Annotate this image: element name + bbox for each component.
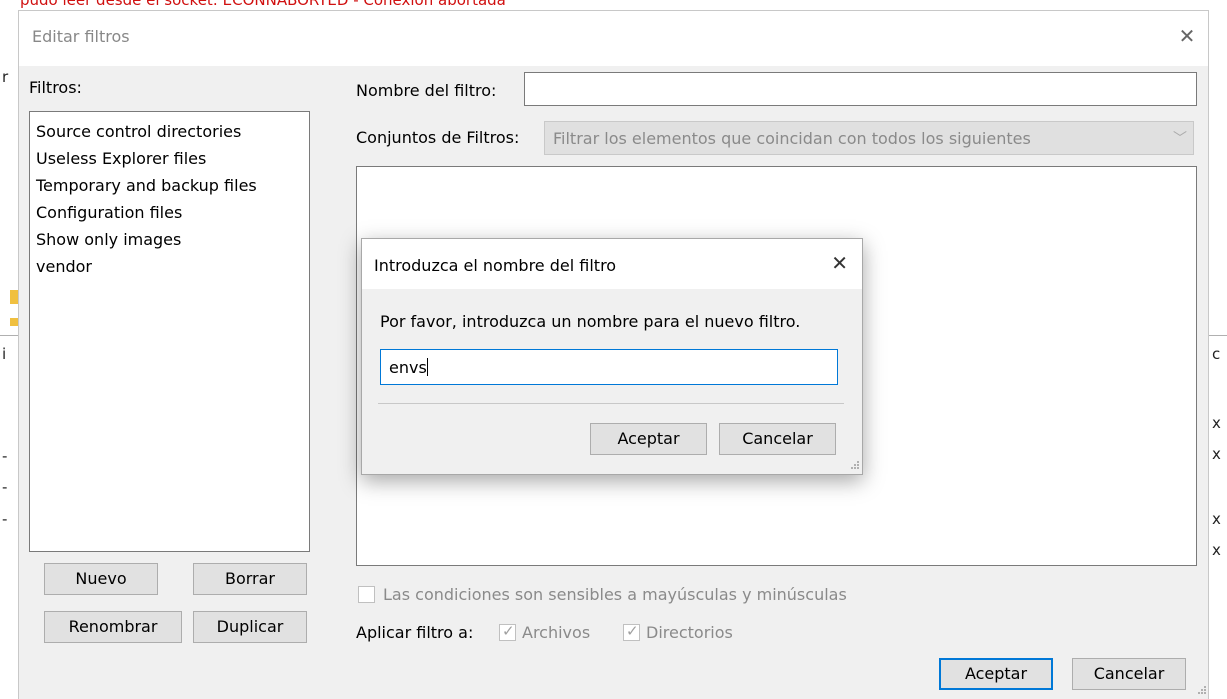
- background-status-text: pudo leer desde el socket: ECONNABORTED …: [20, 0, 506, 9]
- filter-sets-select[interactable]: Filtrar los elementos que coincidan con …: [544, 121, 1194, 155]
- cancel-button[interactable]: Cancelar: [1072, 658, 1186, 690]
- resize-grip-icon[interactable]: [1195, 685, 1207, 697]
- dialog-title: Editar filtros: [32, 27, 130, 46]
- background-fragment: -: [2, 510, 8, 528]
- new-filter-name-input[interactable]: envs: [380, 349, 838, 385]
- background-fragment: x: [1212, 541, 1221, 559]
- check-icon: ✓: [626, 622, 639, 640]
- new-button[interactable]: Nuevo: [44, 563, 158, 595]
- background-fragment: i: [2, 345, 7, 363]
- filter-list-item[interactable]: Source control directories: [30, 118, 309, 145]
- apply-dirs-label: Directorios: [646, 623, 733, 642]
- filter-list-item[interactable]: Configuration files: [30, 199, 309, 226]
- prompt-title: Introduzca el nombre del filtro: [374, 256, 617, 275]
- filters-label: Filtros:: [29, 78, 82, 97]
- prompt-accept-button[interactable]: Aceptar: [590, 423, 707, 455]
- close-icon[interactable]: ✕: [1172, 21, 1202, 51]
- resize-grip-icon[interactable]: [848, 460, 860, 472]
- background-fragment: r: [2, 68, 9, 86]
- apply-files-checkbox[interactable]: ✓: [499, 622, 516, 641]
- prompt-message: Por favor, introduzca un nombre para el …: [380, 312, 801, 331]
- background-divider: [0, 335, 18, 336]
- delete-button[interactable]: Borrar: [193, 563, 307, 595]
- filter-list-item[interactable]: Useless Explorer files: [30, 145, 309, 172]
- filter-sets-value: Filtrar los elementos que coincidan con …: [553, 129, 1031, 148]
- new-filter-name-value: envs: [389, 358, 427, 377]
- filter-name-input[interactable]: [524, 72, 1197, 106]
- background-highlight: [10, 290, 18, 304]
- case-sensitive-label: Las condiciones son sensibles a mayúscul…: [383, 585, 847, 604]
- text-caret: [426, 358, 428, 376]
- filter-list-item[interactable]: Show only images: [30, 226, 309, 253]
- apply-files-label: Archivos: [522, 623, 591, 642]
- filters-list[interactable]: Source control directories Useless Explor…: [29, 111, 310, 552]
- prompt-cancel-button[interactable]: Cancelar: [719, 423, 836, 455]
- filter-list-item[interactable]: Temporary and backup files: [30, 172, 309, 199]
- prompt-titlebar: Introduzca el nombre del filtro ✕: [362, 239, 862, 289]
- background-divider: [1209, 335, 1227, 336]
- filter-name-label: Nombre del filtro:: [356, 81, 497, 100]
- background-fragment: c: [1212, 345, 1221, 363]
- check-icon: ✓: [502, 622, 515, 640]
- filter-name-prompt-dialog: Introduzca el nombre del filtro ✕ Por fa…: [361, 238, 863, 475]
- background-highlight: [10, 318, 18, 326]
- apply-dirs-checkbox[interactable]: ✓: [623, 622, 640, 641]
- background-fragment: x: [1212, 414, 1221, 432]
- background-fragment: x: [1212, 445, 1221, 463]
- accept-button[interactable]: Aceptar: [939, 658, 1053, 690]
- background-fragment: -: [2, 478, 8, 496]
- background-fragment: x: [1212, 510, 1221, 528]
- chevron-down-icon: ﹀: [1173, 131, 1187, 147]
- filter-sets-label: Conjuntos de Filtros:: [356, 128, 520, 147]
- filter-list-item[interactable]: vendor: [30, 253, 309, 280]
- duplicate-button[interactable]: Duplicar: [193, 611, 307, 643]
- rename-button[interactable]: Renombrar: [44, 611, 182, 643]
- apply-filter-label: Aplicar filtro a:: [356, 623, 474, 642]
- case-sensitive-checkbox[interactable]: [358, 586, 375, 603]
- dialog-titlebar: Editar filtros ✕: [19, 11, 1208, 66]
- close-icon[interactable]: ✕: [831, 251, 848, 275]
- prompt-separator: [378, 403, 844, 404]
- background-fragment: -: [2, 447, 8, 465]
